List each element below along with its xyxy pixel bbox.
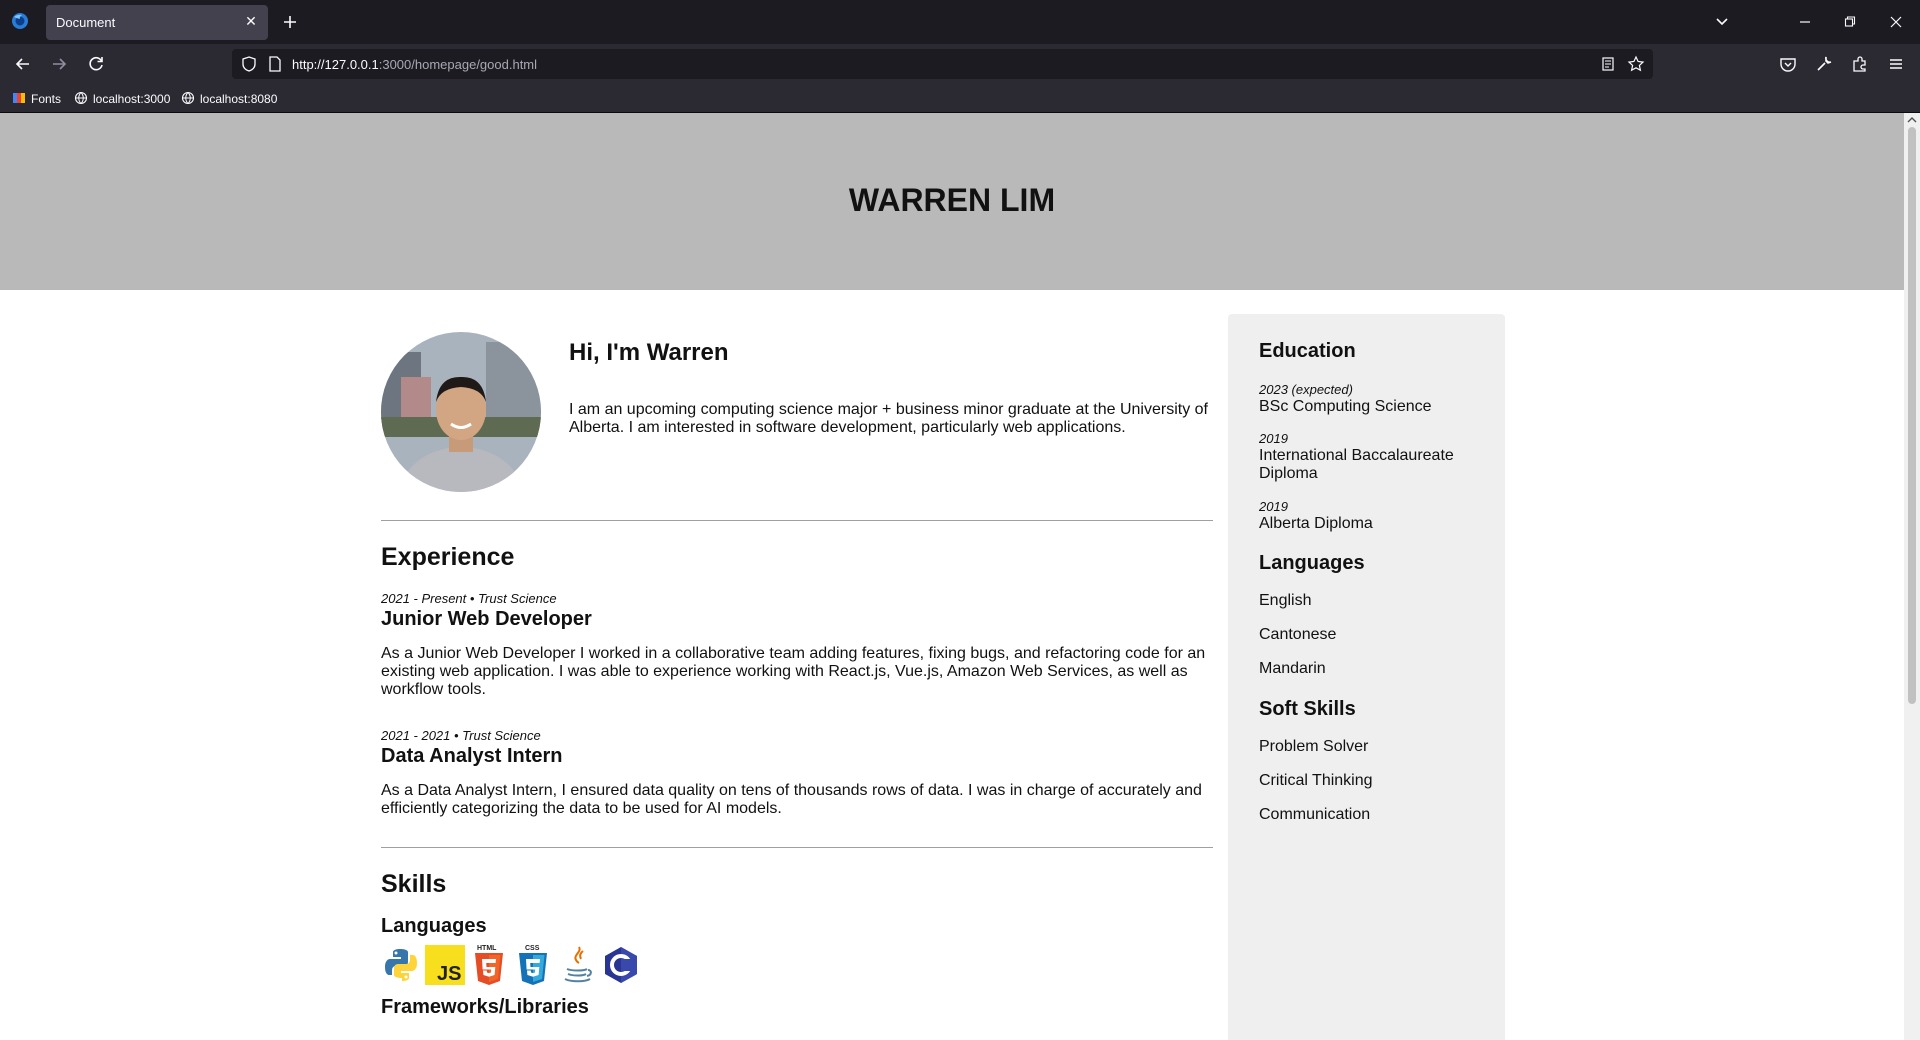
- url-host: http://127.0.0.1: [292, 57, 379, 72]
- job-meta: 2021 - 2021 • Trust Science: [381, 728, 541, 743]
- soft-skill-item: Problem Solver: [1259, 738, 1369, 755]
- job-description: As a Data Analyst Intern, I ensured data…: [381, 782, 1202, 817]
- education-degree: BSc Computing Science: [1259, 398, 1432, 415]
- soft-skill-item: Communication: [1259, 806, 1371, 823]
- tab-document[interactable]: Document ✕: [46, 5, 268, 40]
- bookmark-star-icon[interactable]: [1627, 55, 1645, 73]
- url-text[interactable]: http://127.0.0.1:3000/homepage/good.html: [292, 57, 537, 72]
- job-meta: 2021 - Present • Trust Science: [381, 591, 557, 606]
- bookmark-label: localhost:3000: [93, 92, 171, 106]
- tab-title: Document: [56, 15, 116, 30]
- sidebar: Education 2023 (expected) BSc Computing …: [1228, 314, 1505, 1040]
- close-window-icon[interactable]: [1884, 10, 1908, 34]
- extensions-icon[interactable]: [1849, 53, 1871, 75]
- soft-skill-item: Critical Thinking: [1259, 772, 1373, 789]
- language-item: Cantonese: [1259, 626, 1337, 643]
- skills-frameworks-title: Frameworks/Libraries: [381, 996, 589, 1018]
- education-degree: Alberta Diploma: [1259, 515, 1373, 532]
- language-item: English: [1259, 592, 1312, 609]
- minimize-icon[interactable]: [1793, 10, 1817, 34]
- firefox-icon[interactable]: [11, 12, 29, 30]
- address-bar[interactable]: http://127.0.0.1:3000/homepage/good.html: [232, 49, 1653, 79]
- wrench-icon[interactable]: [1813, 53, 1835, 75]
- c-icon: [605, 947, 637, 983]
- divider: [381, 847, 1213, 848]
- avatar: [381, 332, 541, 492]
- education-year: 2019: [1259, 499, 1288, 514]
- job-entry: 2021 - Present • Trust Science Junior We…: [381, 591, 1213, 699]
- python-icon: [385, 949, 417, 981]
- shield-icon[interactable]: [240, 55, 258, 73]
- bookmark-label: localhost:8080: [200, 92, 278, 106]
- hero-banner: WARREN LIM: [0, 113, 1904, 290]
- bookmark-fonts[interactable]: Fonts: [12, 90, 72, 108]
- bookmarks-toolbar: Fonts localhost:3000 localhost:8080: [0, 84, 1920, 113]
- css3-icon: CSS: [519, 945, 547, 985]
- page-viewport: WARREN LIM Hi, I'm Warren I am an upcomi…: [0, 113, 1904, 1040]
- job-title: Data Analyst Intern: [381, 745, 563, 767]
- bookmark-label: Fonts: [31, 92, 62, 106]
- new-tab-icon[interactable]: [280, 12, 300, 32]
- reload-icon[interactable]: [85, 53, 107, 75]
- education-year: 2019: [1259, 431, 1288, 446]
- list-all-tabs-icon[interactable]: [1710, 10, 1734, 34]
- divider: [381, 520, 1213, 521]
- scroll-thumb[interactable]: [1908, 127, 1916, 704]
- tab-bar: Document ✕: [0, 0, 1920, 44]
- java-icon: [564, 946, 592, 983]
- intro-text: I am an upcoming computing science major…: [569, 401, 1208, 436]
- html5-icon: HTML: [475, 945, 503, 985]
- reader-view-icon[interactable]: [1599, 55, 1617, 73]
- menu-icon[interactable]: [1885, 53, 1907, 75]
- intro-heading: Hi, I'm Warren: [569, 339, 729, 366]
- language-icons: JS HTML CSS: [381, 943, 641, 987]
- page-icon[interactable]: [266, 55, 284, 73]
- back-icon[interactable]: [12, 53, 34, 75]
- navigation-toolbar: http://127.0.0.1:3000/homepage/good.html: [0, 44, 1920, 84]
- svg-text:JS: JS: [437, 963, 461, 985]
- page-scrollbar[interactable]: [1904, 113, 1920, 1040]
- scroll-up-icon[interactable]: [1907, 115, 1917, 125]
- languages-title: Languages: [1259, 552, 1365, 574]
- page-title: WARREN LIM: [848, 182, 1056, 218]
- profile-photo: [381, 332, 541, 492]
- close-tab-icon[interactable]: ✕: [243, 13, 259, 29]
- job-description: As a Junior Web Developer I worked in a …: [381, 645, 1206, 698]
- job-entry: 2021 - 2021 • Trust Science Data Analyst…: [381, 728, 1213, 818]
- url-path: :3000/homepage/good.html: [378, 57, 538, 72]
- bookmark-localhost-8080[interactable]: localhost:8080: [181, 90, 281, 108]
- job-title: Junior Web Developer: [381, 608, 592, 630]
- skills-languages-title: Languages: [381, 915, 487, 937]
- language-item: Mandarin: [1259, 660, 1326, 677]
- svg-text:CSS: CSS: [525, 945, 540, 952]
- fonts-icon: [13, 93, 25, 103]
- education-year: 2023 (expected): [1259, 382, 1353, 397]
- restore-icon[interactable]: [1838, 10, 1862, 34]
- bookmark-localhost-3000[interactable]: localhost:3000: [74, 90, 174, 108]
- forward-icon[interactable]: [48, 53, 70, 75]
- globe-icon: [74, 91, 88, 105]
- soft-skills-title: Soft Skills: [1259, 698, 1356, 720]
- education-degree: International Baccalaureate Diploma: [1259, 447, 1454, 482]
- svg-text:HTML: HTML: [477, 945, 497, 952]
- experience-title: Experience: [381, 543, 515, 571]
- pocket-icon[interactable]: [1777, 53, 1799, 75]
- skills-title: Skills: [381, 870, 447, 898]
- education-title: Education: [1259, 340, 1356, 362]
- globe-icon: [181, 91, 195, 105]
- javascript-icon: JS: [425, 945, 465, 985]
